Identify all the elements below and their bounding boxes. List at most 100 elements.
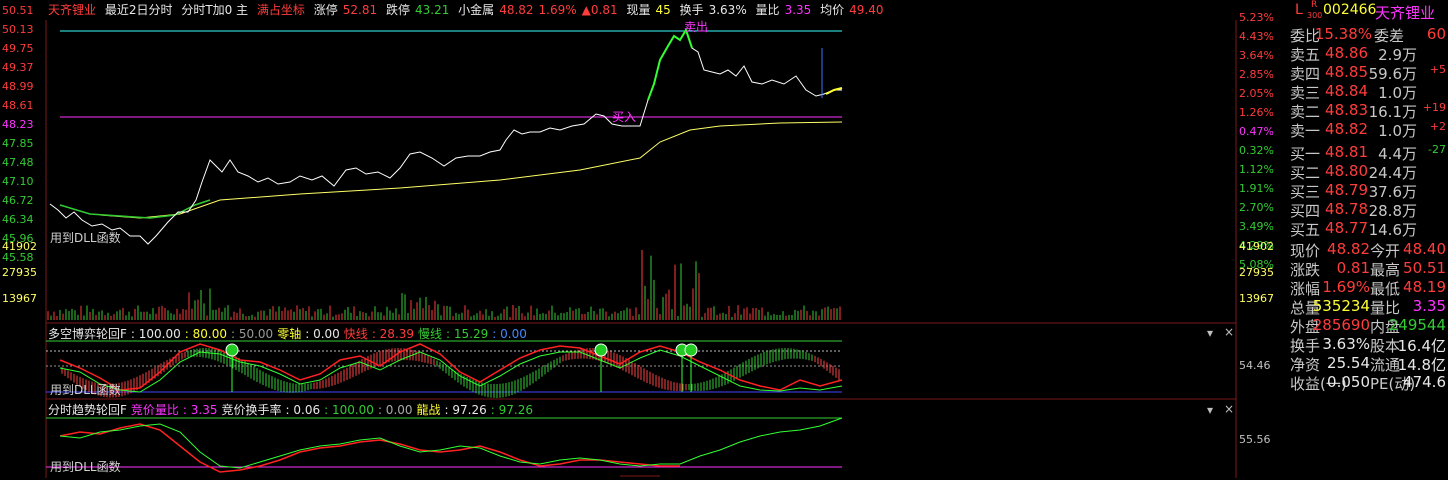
ind2-bid-turn-label: 竞价换手率 [221,403,282,417]
stat-value-2: 249544 [1388,316,1446,334]
stat-value: 0.81 [1336,259,1370,277]
vol-tick-right-1: 27935 [1239,266,1274,279]
bid-label: 买二 [1290,164,1321,182]
signal-marker-icon[interactable] [594,343,608,357]
stat-value: 1.69% [1322,278,1370,296]
bid-volume: 24.4万 [1368,164,1417,182]
ask-row[interactable]: 卖四 48.85 59.6万 +5 [1285,63,1448,83]
bid-row[interactable]: 买二 48.80 24.4万 [1285,162,1448,182]
ask-row[interactable]: 卖二 48.83 16.1万 +19 [1285,101,1448,121]
pct-tick-9: 1.91% [1239,182,1274,195]
ind1-header: 多空博弈轮回F: 100.00: 80.00: 50.00 零轴: 0.00 快线:… [48,325,531,342]
ind2-v2: : 0.00 [377,403,413,417]
ask-price: 48.84 [1325,82,1368,100]
dll-note-ind1: 用到DLL函数 [50,383,121,397]
ask-row[interactable]: 卖一 48.82 1.0万 +2 [1285,120,1448,140]
stat-value: 285690 [1312,316,1370,334]
tail-highlight [825,87,843,95]
ask-change: +5 [1429,63,1446,76]
bid-volume: 14.6万 [1368,221,1417,239]
ind2-title[interactable]: 分时趋势轮回F [48,403,127,417]
panel-stock-name[interactable]: 天齐锂业 [1375,2,1435,23]
price-tick-0: 50.51 [2,4,34,17]
bid-row[interactable]: 买五 48.77 14.6万 [1285,219,1448,239]
bid-row[interactable]: 买三 48.79 37.6万 [1285,181,1448,201]
ask-price: 48.85 [1325,63,1368,81]
bid-label: 买三 [1290,183,1321,201]
ind1-zero: : 0.00 [305,327,340,341]
ind1-fast: : 28.39 [371,327,415,341]
quote-panel: L R 300 002466 天齐锂业 委比 15.38% 委差 60 卖五 48… [1285,0,1448,480]
vol-tick-left-1: 27935 [2,266,37,279]
price-tick-1: 50.13 [2,23,34,36]
price-tick-4: 48.99 [2,80,34,93]
price-tick-5: 48.61 [2,99,34,112]
ind1-close-icon[interactable]: × [1224,325,1234,339]
green-trend-line [59,199,211,219]
price-tick-7: 47.85 [2,137,34,150]
vol-tick-left-2: 13967 [2,292,37,305]
signal-marker-icon[interactable] [684,343,698,357]
ind2-fight2: : 97.26 [490,403,533,417]
ask-label: 卖二 [1290,103,1321,121]
stat-row: 现价 48.82 今开 48.40 [1285,240,1448,260]
stat-row: 换手 3.63% 股本 16.4亿 [1285,335,1448,355]
ind1-v1: : 100.00 [130,327,181,341]
price-tick-10: 46.72 [2,194,34,207]
pct-tick-3: 2.85% [1239,68,1274,81]
ind1-dropdown-icon[interactable]: ▾ [1207,326,1213,340]
pct-tick-10: 2.70% [1239,201,1274,214]
ind2-close-icon[interactable]: × [1224,402,1234,416]
ind1-slow-line [59,349,843,393]
stat-label: 换手 [1290,337,1321,355]
panel-header: L R 300 002466 天齐锂业 [1285,0,1448,23]
price-tick-6: 48.23 [2,118,34,131]
bid-row[interactable]: 买四 48.78 28.8万 [1285,200,1448,220]
ind2-v1: : 100.00 [324,403,374,417]
stat-value-2: 48.19 [1403,278,1446,296]
ask-price: 48.82 [1325,120,1368,138]
ask-row[interactable]: 卖五 48.86 2.9万 [1285,44,1448,64]
stat-row: 涨幅 1.69% 最低 48.19 [1285,278,1448,298]
pct-tick-1: 4.43% [1239,30,1274,43]
stat-value: 535234 [1312,297,1370,315]
ask-label: 卖一 [1290,122,1321,140]
stat-value: 3.63% [1322,335,1370,353]
vol-tick-left-0: 41902 [2,240,37,253]
pct-tick-6: 0.47% [1239,125,1274,138]
stat-value: 0.050 [1327,373,1370,391]
l-mark: L [1295,2,1303,18]
signal-marker-icon[interactable] [225,343,239,357]
ind2-header: 分时趋势轮回F 竞价量比: 3.35 竞价换手率: 0.06: 100.00: 0.… [48,401,537,418]
bid-row[interactable]: 买一 48.81 4.4万 -27 [1285,143,1448,163]
dll-note-ind2: 用到DLL函数 [50,460,121,474]
stat-label: 净资 [1290,356,1321,374]
ind2-dropdown-icon[interactable]: ▾ [1207,403,1213,417]
ind2-bid-ratio-label: 竞价量比 [130,403,179,417]
buy-annotation: 买入 [612,110,636,124]
stat-label-2: 股本 [1370,337,1401,355]
commission-diff-label: 委差 [1374,27,1405,45]
stat-row: 外盘 285690 内盘 249544 [1285,316,1448,336]
ask-change: +2 [1429,120,1446,133]
bid-volume: 37.6万 [1368,183,1417,201]
ind1-right-value: 54.46 [1239,359,1271,372]
price-tick-8: 47.48 [2,156,34,169]
stock-code[interactable]: 002466 [1323,2,1376,18]
stat-row: 净资 25.54 流通 14.8亿 [1285,354,1448,374]
r-sub: 300 [1307,11,1323,20]
stat-row: 总量 535234 量比 3.35 [1285,297,1448,317]
ask-row[interactable]: 卖三 48.84 1.0万 [1285,82,1448,102]
ask-label: 卖五 [1290,46,1321,64]
stat-label: 涨幅 [1290,280,1321,298]
stat-value-2: 48.40 [1403,240,1446,258]
commission-ratio: 15.38% [1314,25,1372,43]
stat-label: 现价 [1290,242,1321,260]
bid-label: 买四 [1290,202,1321,220]
pct-tick-5: 1.26% [1239,106,1274,119]
ask-volume: 1.0万 [1378,84,1417,102]
ask-label: 卖四 [1290,65,1321,83]
ind1-title[interactable]: 多空博弈轮回F [48,327,127,341]
stat-row: 涨跌 0.81 最高 50.51 [1285,259,1448,279]
commission-row: 委比 15.38% 委差 60 [1285,25,1448,45]
